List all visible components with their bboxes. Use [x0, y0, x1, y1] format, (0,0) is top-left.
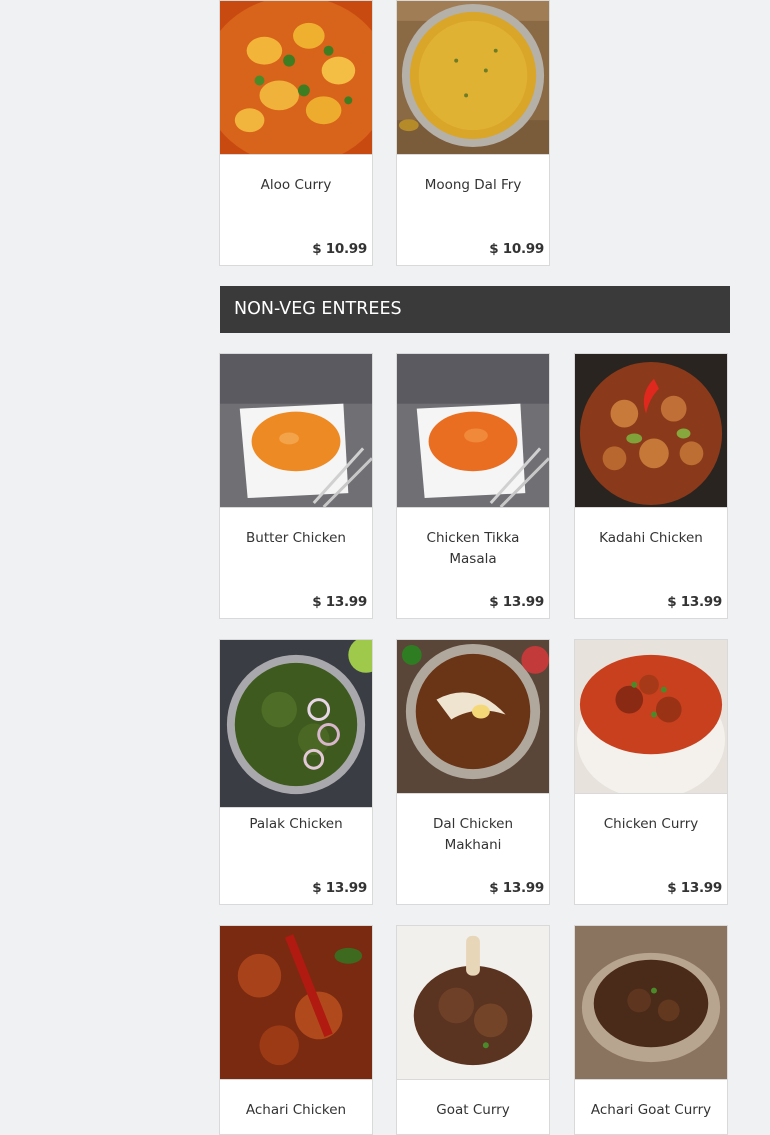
- item-price: $ 13.99: [489, 880, 544, 896]
- moong-dal-photo[interactable]: [397, 1, 549, 155]
- item-name[interactable]: Butter Chicken: [220, 528, 372, 549]
- menu-item-card[interactable]: Butter Chicken $ 13.99: [219, 353, 373, 619]
- item-price: $ 13.99: [489, 594, 544, 610]
- aloo-curry-photo[interactable]: [220, 1, 372, 155]
- menu-item-card[interactable]: Dal Chicken Makhani $ 13.99: [396, 639, 550, 905]
- chicken-tikka-masala-photo[interactable]: [397, 354, 549, 508]
- menu-item-card[interactable]: Chicken Tikka Masala $ 13.99: [396, 353, 550, 619]
- item-name[interactable]: Chicken Curry: [575, 814, 727, 835]
- menu-item-card[interactable]: Kadahi Chicken $ 13.99: [574, 353, 728, 619]
- item-name[interactable]: Dal Chicken Makhani: [397, 814, 549, 856]
- kadahi-chicken-photo[interactable]: [575, 354, 727, 508]
- item-price: $ 13.99: [312, 880, 367, 896]
- dal-chicken-makhani-photo[interactable]: [397, 640, 549, 794]
- menu-item-card[interactable]: Chicken Curry $ 13.99: [574, 639, 728, 905]
- item-name[interactable]: Moong Dal Fry: [397, 175, 549, 196]
- menu-item-card[interactable]: Goat Curry: [396, 925, 550, 1135]
- menu-item-card[interactable]: Palak Chicken $ 13.99: [219, 639, 373, 905]
- achari-goat-curry-photo[interactable]: [575, 926, 727, 1080]
- section-header-non-veg: NON-VEG ENTREES: [220, 286, 730, 333]
- item-name[interactable]: Palak Chicken: [220, 814, 372, 835]
- goat-curry-photo[interactable]: [397, 926, 549, 1080]
- item-name[interactable]: Chicken Tikka Masala: [397, 528, 549, 570]
- item-price: $ 13.99: [312, 594, 367, 610]
- palak-chicken-photo[interactable]: [220, 640, 372, 808]
- menu-item-card[interactable]: Moong Dal Fry $ 10.99: [396, 0, 550, 266]
- menu-item-card[interactable]: Achari Goat Curry: [574, 925, 728, 1135]
- item-name[interactable]: Aloo Curry: [220, 175, 372, 196]
- menu-item-card[interactable]: Achari Chicken: [219, 925, 373, 1135]
- item-price: $ 10.99: [489, 241, 544, 257]
- chicken-curry-photo[interactable]: [575, 640, 727, 794]
- item-price: $ 13.99: [667, 880, 722, 896]
- item-name[interactable]: Kadahi Chicken: [575, 528, 727, 549]
- butter-chicken-photo[interactable]: [220, 354, 372, 508]
- item-price: $ 13.99: [667, 594, 722, 610]
- achari-chicken-photo[interactable]: [220, 926, 372, 1080]
- menu-item-card[interactable]: Aloo Curry $ 10.99: [219, 0, 373, 266]
- item-price: $ 10.99: [312, 241, 367, 257]
